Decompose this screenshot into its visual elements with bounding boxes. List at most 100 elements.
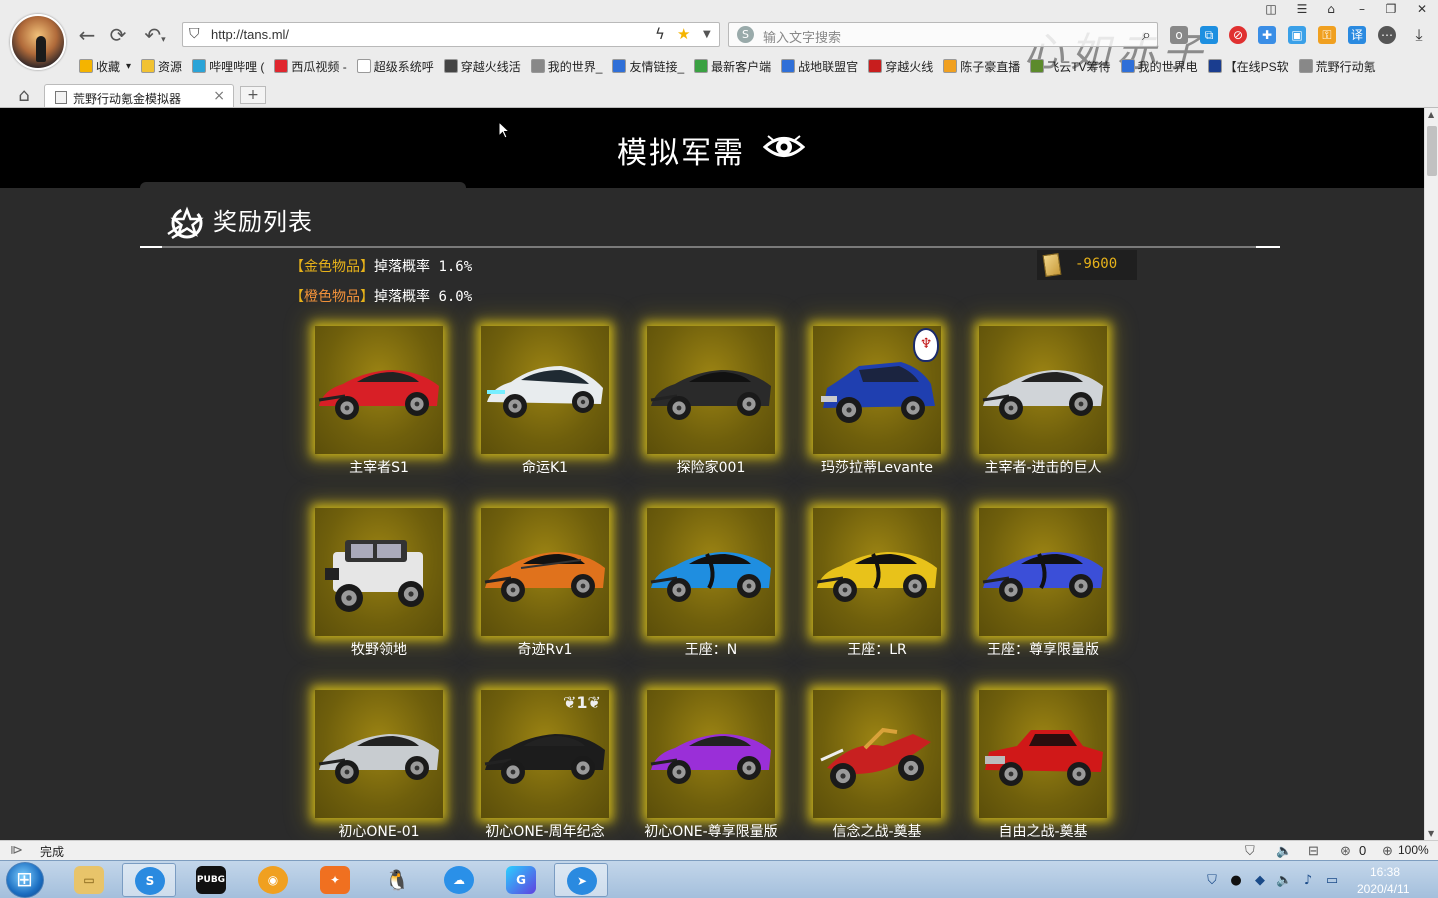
- bookmark-item[interactable]: 战地联盟官: [776, 56, 863, 76]
- search-placeholder[interactable]: 输入文字搜索: [763, 27, 841, 46]
- reward-item[interactable]: 信念之战-奠基: [813, 690, 941, 840]
- reward-card[interactable]: ❦1❦: [481, 690, 609, 818]
- reward-card[interactable]: [647, 690, 775, 818]
- home-icon[interactable]: ⌂: [10, 85, 38, 107]
- reward-card[interactable]: [647, 508, 775, 636]
- reward-card[interactable]: ♆: [813, 326, 941, 454]
- restore-icon[interactable]: ❐: [1378, 0, 1404, 18]
- chevron-down-icon[interactable]: ▾: [126, 61, 131, 72]
- task-qq[interactable]: 🐧: [370, 863, 424, 897]
- reward-item[interactable]: 初心ONE-尊享限量版: [644, 690, 778, 840]
- lightning-icon[interactable]: ϟ: [655, 26, 665, 43]
- task-app-cloud[interactable]: ☁: [432, 863, 486, 897]
- close-icon[interactable]: ✕: [1409, 0, 1435, 18]
- reward-card[interactable]: [979, 326, 1107, 454]
- briefcase-icon[interactable]: ⊟: [1308, 843, 1319, 859]
- reward-card[interactable]: [813, 508, 941, 636]
- reward-card[interactable]: [315, 508, 443, 636]
- search-bar[interactable]: S 输入文字搜索 ⌕: [728, 22, 1158, 47]
- reward-item[interactable]: 自由之战-奠基: [979, 690, 1107, 840]
- reward-card[interactable]: [979, 508, 1107, 636]
- reward-item[interactable]: 王座：尊享限量版: [979, 508, 1107, 663]
- refresh-icon[interactable]: ⟳: [107, 24, 129, 46]
- skin-icon[interactable]: ⌂: [1318, 0, 1344, 18]
- translate-icon[interactable]: 译: [1348, 26, 1366, 44]
- bookmark-item[interactable]: 哔哩哔哩 (: [187, 56, 269, 76]
- scrollbar[interactable]: ▲ ▼: [1424, 108, 1438, 840]
- bookmark-item[interactable]: 荒野行动氪: [1294, 56, 1381, 76]
- bookmark-item[interactable]: 我的世界电: [1116, 56, 1203, 76]
- task-app-g[interactable]: G: [494, 863, 548, 897]
- reward-item[interactable]: 初心ONE-01: [315, 690, 443, 840]
- eye-icon[interactable]: [763, 126, 805, 168]
- back-icon[interactable]: ←: [76, 24, 98, 46]
- bookmark-item[interactable]: 穿越火线活: [439, 56, 526, 76]
- reward-card[interactable]: [315, 690, 443, 818]
- dropdown-icon[interactable]: ▼: [703, 26, 711, 43]
- volume-tray-icon[interactable]: ♪: [1300, 873, 1316, 889]
- security-icon[interactable]: ⛉: [1245, 843, 1255, 859]
- extension-o-icon[interactable]: o: [1170, 26, 1188, 44]
- new-tab-button[interactable]: +: [240, 86, 266, 104]
- bookmark-item[interactable]: 陈子豪直播: [938, 56, 1025, 76]
- speaker-icon[interactable]: 🔈: [1276, 843, 1292, 859]
- key-icon[interactable]: ⚿: [1318, 26, 1336, 44]
- adblock-count-icon[interactable]: ⊛: [1340, 843, 1351, 859]
- scroll-thumb[interactable]: [1427, 126, 1437, 176]
- zoom-icon[interactable]: ⊕: [1382, 843, 1393, 859]
- screenshot-icon[interactable]: ⧉: [1200, 26, 1218, 44]
- scroll-up-icon[interactable]: ▲: [1428, 110, 1434, 119]
- scroll-down-icon[interactable]: ▼: [1428, 829, 1434, 838]
- speaker-tray-icon[interactable]: 🔈: [1276, 873, 1292, 889]
- reward-item[interactable]: 命运K1: [481, 326, 609, 481]
- zoom-level[interactable]: 100%: [1398, 843, 1429, 857]
- bookmark-item[interactable]: 资源: [136, 56, 187, 76]
- sidebar-toggle-icon[interactable]: ◫: [1258, 0, 1284, 18]
- task-app-fox[interactable]: ◉: [246, 863, 300, 897]
- bookmark-item[interactable]: 友情链接_: [607, 56, 689, 76]
- bookmark-item[interactable]: 最新客户端: [689, 56, 776, 76]
- bookmark-item[interactable]: 穿越火线: [863, 56, 938, 76]
- start-button[interactable]: [6, 862, 44, 898]
- reward-item[interactable]: 主宰者S1: [315, 326, 443, 481]
- user-avatar[interactable]: [10, 14, 66, 70]
- tab-active[interactable]: 荒野行动氪金模拟器 ×: [44, 84, 234, 107]
- reward-card[interactable]: [647, 326, 775, 454]
- reward-item[interactable]: 牧野领地: [315, 508, 443, 663]
- reward-item[interactable]: 探险家001: [647, 326, 775, 481]
- minimize-icon[interactable]: –: [1349, 0, 1375, 18]
- qq-tray-icon[interactable]: ●: [1228, 873, 1244, 889]
- bookmark-item[interactable]: 西瓜视频 -: [269, 56, 351, 76]
- reward-card[interactable]: [813, 690, 941, 818]
- bookmark-item[interactable]: 收藏 ▾: [74, 56, 136, 76]
- tab-title[interactable]: 荒野行动氪金模拟器: [73, 90, 181, 107]
- reward-item[interactable]: 王座：N: [647, 508, 775, 663]
- clock-date[interactable]: 2020/4/11: [1357, 882, 1410, 896]
- reward-item[interactable]: ♆ 玛莎拉蒂Levante: [813, 326, 941, 481]
- sidebar-expand-icon[interactable]: ⧐: [10, 842, 23, 858]
- task-explorer[interactable]: ▭: [62, 863, 116, 897]
- window-icon[interactable]: ▣: [1288, 26, 1306, 44]
- task-sogou-browser[interactable]: S: [122, 863, 176, 897]
- bookmark-item[interactable]: 超级系统呼: [352, 56, 439, 76]
- reward-card[interactable]: [979, 690, 1107, 818]
- address-bar[interactable]: ⛉ http://tans.ml/ ϟ ★ ▼: [182, 22, 720, 47]
- more-icon[interactable]: ⋯: [1378, 26, 1396, 44]
- puzzle-icon[interactable]: ✚: [1258, 26, 1276, 44]
- reward-card[interactable]: [315, 326, 443, 454]
- reward-item[interactable]: 主宰者-进击的巨人: [979, 326, 1107, 481]
- download-icon[interactable]: ⤓: [1410, 26, 1428, 44]
- monitor-tray-icon[interactable]: ▭: [1324, 873, 1340, 889]
- task-app-feiyun[interactable]: ➤: [554, 863, 608, 897]
- search-icon[interactable]: ⌕: [1142, 25, 1151, 45]
- reward-item[interactable]: ❦1❦ 初心ONE-周年纪念: [481, 690, 609, 840]
- task-app-orange[interactable]: ✦: [308, 863, 362, 897]
- bookmark-item[interactable]: 【在线PS软: [1203, 56, 1294, 76]
- clock-time[interactable]: 16:38: [1370, 865, 1400, 879]
- bookmark-item[interactable]: 我的世界_: [526, 56, 608, 76]
- undo-icon[interactable]: ↶▾: [138, 24, 172, 46]
- star-icon[interactable]: ★: [677, 26, 690, 43]
- reward-item[interactable]: 王座：LR: [813, 508, 941, 663]
- task-pubg[interactable]: PUBG: [184, 863, 238, 897]
- reward-card[interactable]: [481, 326, 609, 454]
